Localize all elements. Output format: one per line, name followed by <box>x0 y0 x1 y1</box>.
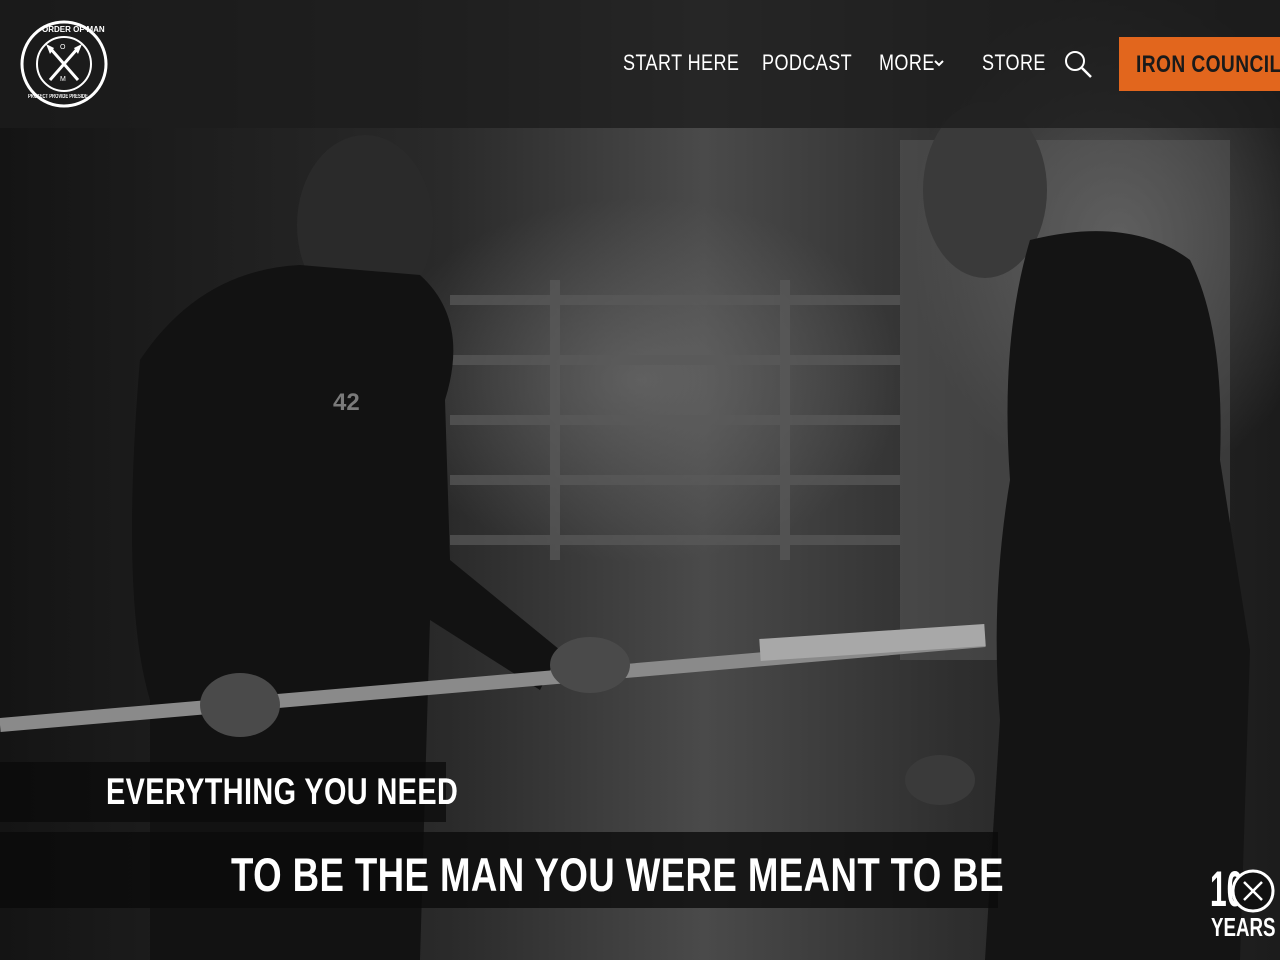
logo-text-top: ORDER OF MAN <box>42 25 105 34</box>
ten-years-badge: 10 YEARS <box>1208 861 1278 942</box>
logo-initial-m: M <box>60 76 66 83</box>
nav-podcast[interactable]: PODCAST <box>762 50 852 76</box>
hero-headline-line2: TO BE THE MAN YOU WERE MEANT TO BE <box>231 848 1004 901</box>
badge-years-label: YEARS <box>1211 912 1276 942</box>
nav-store[interactable]: STORE <box>982 50 1046 76</box>
hero-headline-line1: EVERYTHING YOU NEED <box>106 771 459 812</box>
nav-start-here[interactable]: START HERE <box>623 50 739 76</box>
logo-initial-o: O <box>60 44 66 51</box>
iron-council-button[interactable]: IRON COUNCIL <box>1119 37 1280 91</box>
site-header: O M ORDER OF MAN PROTECT PROVIDE PRESIDE… <box>0 0 1280 128</box>
search-icon[interactable] <box>1063 49 1093 79</box>
chevron-down-icon[interactable] <box>932 56 946 70</box>
shirt-number: 42 <box>333 389 360 416</box>
order-of-man-logo[interactable]: O M ORDER OF MAN PROTECT PROVIDE PRESIDE <box>20 20 108 108</box>
iron-council-label: IRON COUNCIL <box>1136 51 1280 78</box>
nav-more[interactable]: MORE <box>879 50 935 76</box>
badge-axes-icon <box>1231 869 1275 913</box>
logo-text-bottom: PROTECT PROVIDE PRESIDE <box>28 94 88 100</box>
